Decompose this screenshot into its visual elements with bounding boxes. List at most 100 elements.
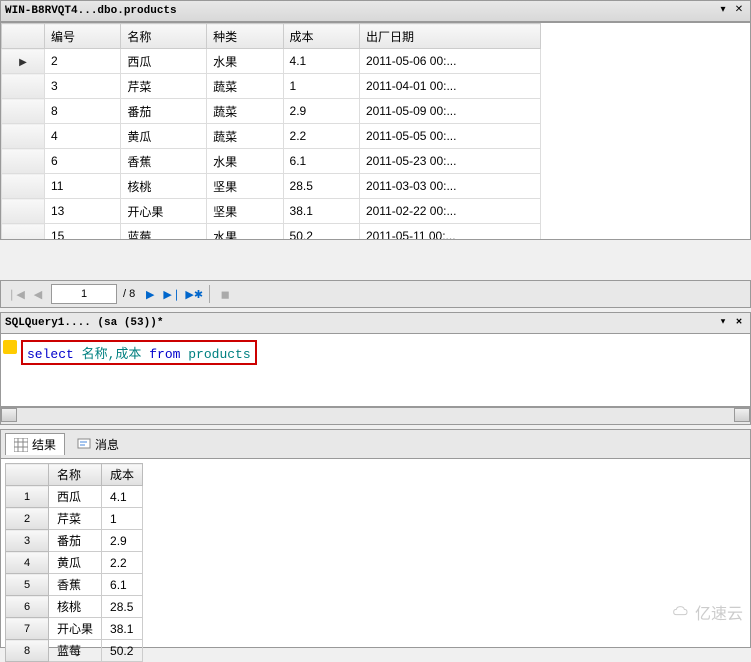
cell-kind[interactable]: 水果 [207,49,283,74]
table-row[interactable]: 11 核桃 坚果 28.5 2011-03-03 00:... [2,174,541,199]
result-cost[interactable]: 28.5 [102,596,143,618]
editor-horizontal-scrollbar[interactable] [0,407,751,425]
row-selector[interactable] [2,124,45,149]
cell-id[interactable]: 15 [45,224,121,241]
table-row[interactable]: 13 开心果 坚果 38.1 2011-02-22 00:... [2,199,541,224]
cell-name[interactable]: 开心果 [121,199,207,224]
result-name[interactable]: 芹菜 [49,508,102,530]
cell-name[interactable]: 西瓜 [121,49,207,74]
result-name[interactable]: 香蕉 [49,574,102,596]
cell-name[interactable]: 芹菜 [121,74,207,99]
table-row[interactable]: 6 香蕉 水果 6.1 2011-05-23 00:... [2,149,541,174]
result-row[interactable]: 5 香蕉 6.1 [6,574,143,596]
result-row-num[interactable]: 3 [6,530,49,552]
cell-id[interactable]: 8 [45,99,121,124]
cell-id[interactable]: 2 [45,49,121,74]
row-selector[interactable] [2,174,45,199]
cell-date[interactable]: 2011-04-01 00:... [359,74,540,99]
cell-id[interactable]: 6 [45,149,121,174]
row-selector[interactable] [2,49,45,74]
cell-id[interactable]: 3 [45,74,121,99]
result-row[interactable]: 2 芹菜 1 [6,508,143,530]
result-row[interactable]: 3 番茄 2.9 [6,530,143,552]
nav-next-icon[interactable]: ▶ [141,285,159,303]
col-date[interactable]: 出厂日期 [359,24,540,49]
cell-cost[interactable]: 38.1 [283,199,359,224]
table-row[interactable]: 4 黄瓜 蔬菜 2.2 2011-05-05 00:... [2,124,541,149]
result-row-num[interactable]: 2 [6,508,49,530]
cell-date[interactable]: 2011-03-03 00:... [359,174,540,199]
cell-cost[interactable]: 4.1 [283,49,359,74]
result-cost[interactable]: 2.2 [102,552,143,574]
result-cost[interactable]: 38.1 [102,618,143,640]
col-name[interactable]: 名称 [121,24,207,49]
result-row[interactable]: 6 核桃 28.5 [6,596,143,618]
cell-id[interactable]: 13 [45,199,121,224]
nav-prev-icon[interactable]: ◀ [29,285,47,303]
result-row-num[interactable]: 8 [6,640,49,662]
result-row-num[interactable]: 7 [6,618,49,640]
result-row-num[interactable]: 6 [6,596,49,618]
cell-date[interactable]: 2011-05-09 00:... [359,99,540,124]
sql-editor[interactable]: select 名称,成本 from products [0,334,751,407]
result-cost[interactable]: 2.9 [102,530,143,552]
cell-name[interactable]: 蓝莓 [121,224,207,241]
cell-kind[interactable]: 坚果 [207,174,283,199]
nav-stop-icon[interactable]: ◼ [216,285,234,303]
row-selector[interactable] [2,149,45,174]
result-row[interactable]: 7 开心果 38.1 [6,618,143,640]
row-selector[interactable] [2,99,45,124]
result-cost[interactable]: 50.2 [102,640,143,662]
results-table[interactable]: 名称 成本 1 西瓜 4.12 芹菜 13 番茄 2.94 黄瓜 2.25 香蕉… [5,463,143,662]
result-row[interactable]: 8 蓝莓 50.2 [6,640,143,662]
query-dropdown-icon[interactable]: ▾ [716,316,730,330]
result-row[interactable]: 1 西瓜 4.1 [6,486,143,508]
result-row-num[interactable]: 5 [6,574,49,596]
cell-cost[interactable]: 6.1 [283,149,359,174]
nav-position-input[interactable] [51,284,117,304]
result-name[interactable]: 黄瓜 [49,552,102,574]
cell-date[interactable]: 2011-05-06 00:... [359,49,540,74]
table-row[interactable]: 8 番茄 蔬菜 2.9 2011-05-09 00:... [2,99,541,124]
cell-date[interactable]: 2011-02-22 00:... [359,199,540,224]
result-row[interactable]: 4 黄瓜 2.2 [6,552,143,574]
products-table[interactable]: 编号 名称 种类 成本 出厂日期 2 西瓜 水果 4.1 2011-05-06 … [1,23,541,240]
nav-first-icon[interactable]: ❘◀ [7,285,25,303]
table-row[interactable]: 3 芹菜 蔬菜 1 2011-04-01 00:... [2,74,541,99]
row-selector[interactable] [2,224,45,241]
cell-kind[interactable]: 水果 [207,224,283,241]
cell-kind[interactable]: 蔬菜 [207,99,283,124]
rcol-cost[interactable]: 成本 [102,464,143,486]
result-cost[interactable]: 4.1 [102,486,143,508]
cell-name[interactable]: 香蕉 [121,149,207,174]
cell-kind[interactable]: 蔬菜 [207,124,283,149]
cell-kind[interactable]: 蔬菜 [207,74,283,99]
result-row-num[interactable]: 1 [6,486,49,508]
window-dropdown-icon[interactable]: ▾ [716,4,730,18]
query-tab-title[interactable]: SQLQuery1.... (sa (53))* [5,317,714,329]
tab-results[interactable]: 结果 [5,433,65,455]
result-name[interactable]: 核桃 [49,596,102,618]
result-row-num[interactable]: 4 [6,552,49,574]
cell-name[interactable]: 黄瓜 [121,124,207,149]
cell-cost[interactable]: 2.9 [283,99,359,124]
cell-date[interactable]: 2011-05-23 00:... [359,149,540,174]
col-cost[interactable]: 成本 [283,24,359,49]
cell-cost[interactable]: 50.2 [283,224,359,241]
table-row[interactable]: 2 西瓜 水果 4.1 2011-05-06 00:... [2,49,541,74]
result-name[interactable]: 番茄 [49,530,102,552]
cell-kind[interactable]: 水果 [207,149,283,174]
row-selector[interactable] [2,199,45,224]
cell-cost[interactable]: 28.5 [283,174,359,199]
result-cost[interactable]: 6.1 [102,574,143,596]
cell-date[interactable]: 2011-05-05 00:... [359,124,540,149]
cell-kind[interactable]: 坚果 [207,199,283,224]
nav-last-icon[interactable]: ▶❘ [163,285,181,303]
rcol-name[interactable]: 名称 [49,464,102,486]
result-name[interactable]: 开心果 [49,618,102,640]
cell-id[interactable]: 4 [45,124,121,149]
row-selector[interactable] [2,74,45,99]
cell-cost[interactable]: 1 [283,74,359,99]
window-close-icon[interactable]: ✕ [732,4,746,18]
tab-messages[interactable]: 消息 [69,434,127,455]
